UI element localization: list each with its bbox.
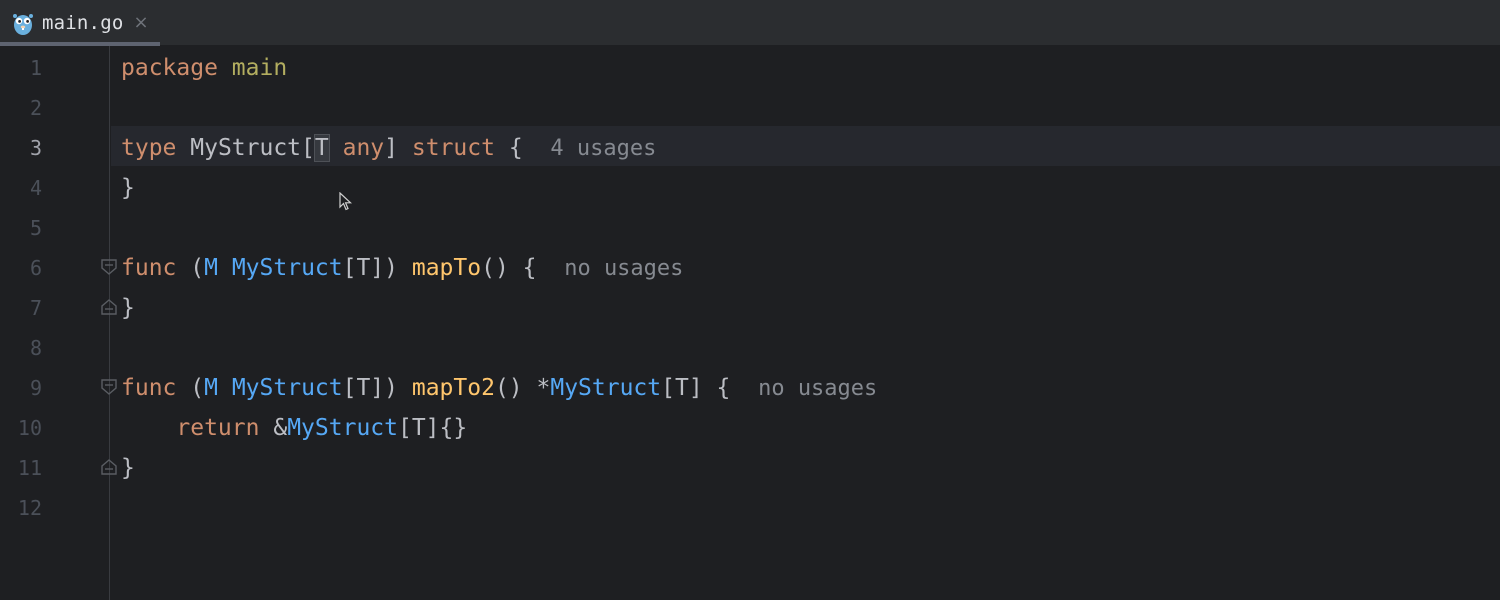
editor-tab-bar: main.go × xyxy=(0,0,1500,46)
bracket: ] xyxy=(384,135,399,161)
line-number: 10 xyxy=(17,416,42,440)
line-number: 12 xyxy=(17,496,42,520)
keyword: func xyxy=(121,375,177,401)
line-number: 4 xyxy=(29,176,42,200)
gopher-icon xyxy=(13,14,33,35)
keyword: return xyxy=(176,415,260,441)
tab-filename: main.go xyxy=(42,12,124,34)
type-reference: MyStruct xyxy=(231,375,343,401)
code-line-6[interactable]: func (M MyStruct[T]) mapTo() { no usages xyxy=(121,248,683,288)
brace: { xyxy=(508,135,523,161)
keyword: func xyxy=(121,255,177,281)
package-name: main xyxy=(231,55,288,81)
line-number: 2 xyxy=(29,96,42,120)
brace: } xyxy=(121,175,135,201)
params-pointer: () * xyxy=(494,375,551,401)
keyword: package xyxy=(121,55,218,81)
line-number: 7 xyxy=(29,296,42,320)
code-line-7[interactable]: } xyxy=(121,288,135,328)
generic-args: [T]) xyxy=(342,375,398,401)
bracket: [ xyxy=(301,135,315,161)
keyword: struct xyxy=(411,135,495,161)
paren: ( xyxy=(190,255,205,281)
tab-main-go[interactable]: main.go × xyxy=(0,0,160,46)
paren: ( xyxy=(190,375,205,401)
return-type: MyStruct xyxy=(550,375,662,401)
line-number: 1 xyxy=(29,56,42,80)
line-number: 9 xyxy=(29,376,42,400)
type-parameter: T xyxy=(313,134,330,162)
line-number-gutter: 1 2 3 4 5 6 7 8 9 10 11 12 xyxy=(0,46,117,600)
code-line-10[interactable]: return &MyStruct[T]{} xyxy=(121,408,467,448)
function-name: mapTo xyxy=(411,255,482,281)
code-line-9[interactable]: func (M MyStruct[T]) mapTo2() *MyStruct[… xyxy=(121,368,877,408)
type-reference: MyStruct xyxy=(287,415,398,441)
function-name: mapTo2 xyxy=(411,375,495,401)
receiver-name: M xyxy=(204,375,218,401)
signature-rest: [T] { xyxy=(661,375,731,401)
code-line-11[interactable]: } xyxy=(121,448,135,488)
brace: } xyxy=(121,295,135,321)
type-name: MyStruct xyxy=(190,135,302,161)
line-number: 8 xyxy=(29,336,42,360)
line-number: 11 xyxy=(17,456,42,480)
ampersand: & xyxy=(273,415,288,441)
generic-args: [T]) xyxy=(342,255,398,281)
line-number-active: 3 xyxy=(29,136,42,160)
brace: } xyxy=(121,455,135,481)
usages-hint[interactable]: no usages xyxy=(758,376,877,401)
code-line-3[interactable]: type MyStruct[T any] struct { 4 usages xyxy=(121,128,656,168)
composite-literal: [T]{} xyxy=(397,415,468,441)
type-reference: MyStruct xyxy=(231,255,343,281)
line-number: 5 xyxy=(29,216,42,240)
usages-hint[interactable]: 4 usages xyxy=(550,136,656,161)
code-line-1[interactable]: package main xyxy=(121,48,287,88)
usages-hint[interactable]: no usages xyxy=(564,256,683,281)
line-number: 6 xyxy=(29,256,42,280)
constraint: any xyxy=(342,135,385,161)
close-icon[interactable]: × xyxy=(133,14,148,32)
signature-rest: () { xyxy=(481,255,537,281)
code-editor[interactable]: package main type MyStruct[T any] struct… xyxy=(111,46,1500,600)
mouse-pointer-icon xyxy=(339,192,353,211)
receiver-name: M xyxy=(204,255,218,281)
keyword: type xyxy=(121,135,177,161)
code-line-4[interactable]: } xyxy=(121,168,135,208)
